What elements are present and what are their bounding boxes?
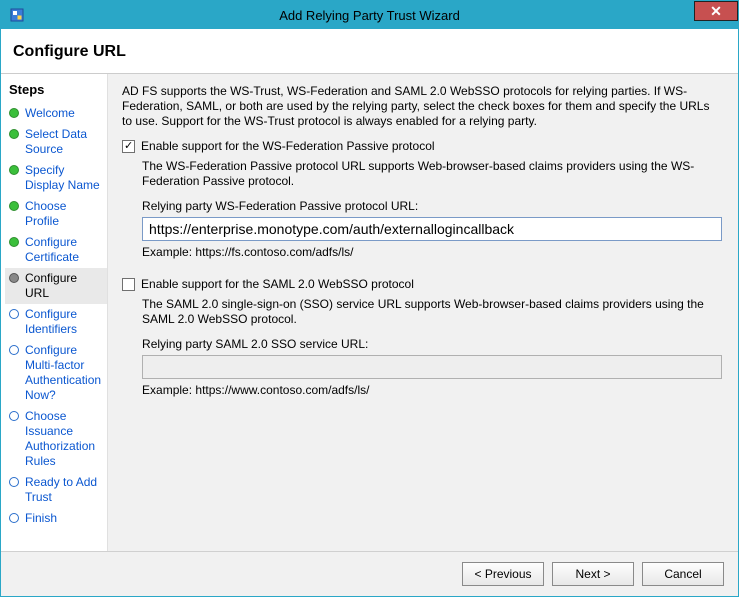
step-label: Configure Identifiers <box>25 307 101 337</box>
cancel-button[interactable]: Cancel <box>642 562 724 586</box>
wsfed-url-example: Example: https://fs.contoso.com/adfs/ls/ <box>142 245 722 259</box>
wsfed-checkbox[interactable]: ✓ <box>122 140 135 153</box>
step-configure-url[interactable]: Configure URL <box>5 268 107 304</box>
saml-url-input <box>142 355 722 379</box>
step-configure-identifiers[interactable]: Configure Identifiers <box>5 304 107 340</box>
saml-checkbox[interactable] <box>122 278 135 291</box>
step-label: Ready to Add Trust <box>25 475 101 505</box>
step-label: Specify Display Name <box>25 163 101 193</box>
saml-description: The SAML 2.0 single-sign-on (SSO) servic… <box>142 297 722 327</box>
step-label: Choose Profile <box>25 199 101 229</box>
step-bullet-icon <box>9 477 19 487</box>
window-close-button[interactable]: ✕ <box>694 1 738 21</box>
close-icon: ✕ <box>710 3 722 20</box>
step-label: Choose Issuance Authorization Rules <box>25 409 101 469</box>
step-bullet-icon <box>9 411 19 421</box>
step-bullet-icon <box>9 201 19 211</box>
wsfed-description: The WS-Federation Passive protocol URL s… <box>142 159 722 189</box>
step-select-data-source[interactable]: Select Data Source <box>5 124 107 160</box>
steps-title: Steps <box>5 80 107 103</box>
next-button[interactable]: Next > <box>552 562 634 586</box>
intro-text: AD FS supports the WS-Trust, WS-Federati… <box>122 84 722 129</box>
step-bullet-icon <box>9 513 19 523</box>
step-bullet-icon <box>9 345 19 355</box>
step-configure-certificate[interactable]: Configure Certificate <box>5 232 107 268</box>
steps-sidebar: Steps Welcome Select Data Source Specify… <box>1 74 107 551</box>
step-bullet-icon <box>9 237 19 247</box>
saml-section: Enable support for the SAML 2.0 WebSSO p… <box>122 277 722 397</box>
wsfed-url-input[interactable] <box>142 217 722 241</box>
step-welcome[interactable]: Welcome <box>5 103 107 124</box>
step-configure-mfa[interactable]: Configure Multi-factor Authentication No… <box>5 340 107 406</box>
wizard-footer: < Previous Next > Cancel <box>1 551 738 596</box>
saml-checkbox-label: Enable support for the SAML 2.0 WebSSO p… <box>141 277 414 291</box>
step-choose-profile[interactable]: Choose Profile <box>5 196 107 232</box>
step-ready-to-add-trust[interactable]: Ready to Add Trust <box>5 472 107 508</box>
step-bullet-icon <box>9 129 19 139</box>
step-bullet-icon <box>9 273 19 283</box>
app-icon <box>9 7 25 23</box>
window-title: Add Relying Party Trust Wizard <box>1 8 738 23</box>
step-label: Configure Certificate <box>25 235 101 265</box>
step-specify-display-name[interactable]: Specify Display Name <box>5 160 107 196</box>
wsfed-url-label: Relying party WS-Federation Passive prot… <box>142 199 722 213</box>
wsfed-checkbox-label: Enable support for the WS-Federation Pas… <box>141 139 434 153</box>
content-pane: AD FS supports the WS-Trust, WS-Federati… <box>107 74 738 551</box>
previous-button[interactable]: < Previous <box>462 562 544 586</box>
step-choose-issuance-rules[interactable]: Choose Issuance Authorization Rules <box>5 406 107 472</box>
step-bullet-icon <box>9 165 19 175</box>
step-label: Finish <box>25 511 57 526</box>
check-icon: ✓ <box>124 141 133 152</box>
page-title: Configure URL <box>13 43 726 61</box>
wsfed-section: ✓ Enable support for the WS-Federation P… <box>122 139 722 259</box>
step-label: Welcome <box>25 106 75 121</box>
step-bullet-icon <box>9 108 19 118</box>
page-heading-area: Configure URL <box>1 29 738 74</box>
step-label: Select Data Source <box>25 127 101 157</box>
saml-url-example: Example: https://www.contoso.com/adfs/ls… <box>142 383 722 397</box>
titlebar: Add Relying Party Trust Wizard ✕ <box>1 1 738 29</box>
step-bullet-icon <box>9 309 19 319</box>
step-label: Configure Multi-factor Authentication No… <box>25 343 101 403</box>
step-label: Configure URL <box>25 271 101 301</box>
saml-url-label: Relying party SAML 2.0 SSO service URL: <box>142 337 722 351</box>
step-finish[interactable]: Finish <box>5 508 107 529</box>
wizard-window: Add Relying Party Trust Wizard ✕ Configu… <box>0 0 739 597</box>
